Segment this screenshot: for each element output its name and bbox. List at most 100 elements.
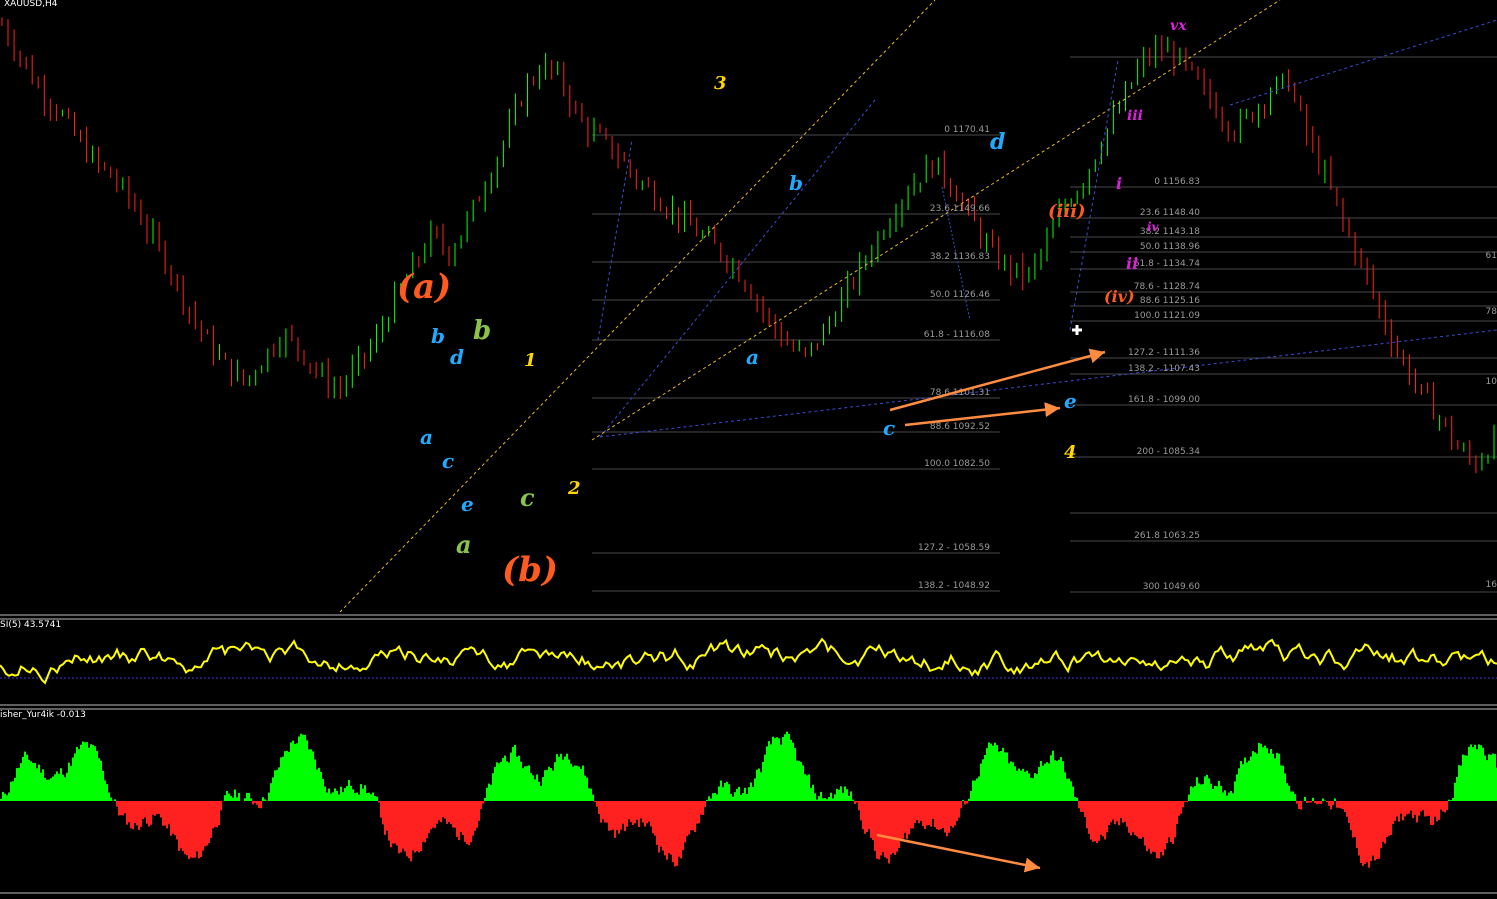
fisher-bar	[474, 801, 476, 831]
fisher-bar	[954, 801, 956, 826]
fisher-bar	[1490, 754, 1492, 801]
fisher-bar	[738, 786, 740, 801]
fisher-bar	[1414, 801, 1416, 815]
fisher-bar	[346, 786, 348, 801]
fisher-bar	[440, 801, 442, 823]
fisher-bar	[1492, 753, 1494, 801]
fisher-bar	[1104, 801, 1106, 840]
fisher-bar	[594, 801, 596, 802]
fisher-bar	[838, 789, 840, 801]
fisher-bar	[470, 801, 472, 843]
fisher-bar	[1274, 758, 1276, 801]
fisher-bar	[790, 739, 792, 801]
fisher-bar	[1322, 798, 1324, 801]
fisher-bar	[214, 801, 216, 828]
fisher-bar	[760, 772, 762, 801]
fisher-bar	[698, 801, 700, 824]
fisher-bar	[354, 793, 356, 801]
fisher-bar	[1452, 798, 1454, 801]
fisher-bar	[406, 801, 408, 857]
fisher-bar	[1312, 797, 1314, 801]
fisher-bar	[630, 801, 632, 823]
fisher-bar	[1144, 801, 1146, 846]
fisher-bar	[138, 801, 140, 830]
fisher-bar	[1388, 801, 1390, 836]
fisher-bar	[882, 801, 884, 853]
fisher-bar	[284, 751, 286, 801]
fisher-bar	[370, 794, 372, 801]
fisher-bar	[862, 801, 864, 830]
fisher-bar	[1012, 762, 1014, 801]
fisher-bar	[148, 801, 150, 827]
fisher-bar	[1476, 749, 1478, 801]
fisher-bar	[642, 801, 644, 823]
fisher-bar	[556, 754, 558, 801]
fisher-bar	[740, 795, 742, 801]
fisher-bar	[1026, 770, 1028, 801]
fisher-bar	[1192, 787, 1194, 801]
fisher-bar	[1468, 746, 1470, 801]
fisher-bar	[258, 801, 260, 808]
fisher-bar	[966, 801, 968, 804]
fisher-bar	[1418, 801, 1420, 816]
fisher-bar	[1094, 801, 1096, 842]
fisher-bar	[638, 801, 640, 827]
fisher-bar	[982, 759, 984, 801]
fisher-bar	[1146, 801, 1148, 852]
fisher-bar	[902, 801, 904, 839]
fisher-bar	[302, 734, 304, 801]
fisher-bar	[1412, 801, 1414, 819]
fisher-bar	[1014, 766, 1016, 801]
fisher-bar	[822, 798, 824, 801]
fisher-bar	[1044, 763, 1046, 801]
fisher-bar	[1234, 781, 1236, 801]
fisher-bar	[146, 801, 148, 824]
fisher-bar	[1072, 786, 1074, 801]
fisher-bar	[970, 791, 972, 801]
fisher-bar	[282, 756, 284, 801]
fisher-bar	[1218, 780, 1220, 801]
fisher-bar	[1208, 778, 1210, 801]
fisher-bar	[1358, 801, 1360, 856]
fisher-bar	[1424, 801, 1426, 817]
fisher-bar	[448, 801, 450, 822]
fisher-bar	[714, 792, 716, 801]
fisher-bar	[194, 801, 196, 858]
fisher-bar	[114, 799, 116, 801]
fisher-bar	[200, 801, 202, 857]
fisher-bar	[1142, 801, 1144, 838]
fisher-bar	[452, 801, 454, 828]
fisher-bar	[1036, 773, 1038, 801]
fisher-bar	[718, 786, 720, 801]
fisher-bar	[192, 801, 194, 858]
fisher-bar	[1162, 801, 1164, 856]
fisher-bar	[374, 796, 376, 801]
fisher-bar	[754, 778, 756, 801]
fisher-bar	[600, 801, 602, 823]
fisher-bar	[92, 744, 94, 801]
fisher-bar	[288, 751, 290, 801]
fisher-bar	[1002, 747, 1004, 801]
fisher-bar	[728, 784, 730, 801]
fisher-bar	[94, 746, 96, 801]
fisher-bar	[742, 793, 744, 801]
fisher-bar	[248, 792, 250, 801]
fisher-bar	[1250, 756, 1252, 801]
fisher-bar	[904, 801, 906, 833]
fisher-bar	[386, 801, 388, 831]
fisher-bar	[516, 756, 518, 801]
fib-label: 200 - 1085.34	[1137, 447, 1201, 457]
fisher-bar	[710, 798, 712, 801]
fisher-bar	[1464, 755, 1466, 801]
fisher-bar	[732, 796, 734, 801]
fisher-bar	[1022, 768, 1024, 801]
fisher-bar	[234, 789, 236, 801]
fisher-bar	[126, 801, 128, 825]
wave-label: c	[442, 449, 454, 473]
fisher-bar	[394, 801, 396, 844]
fisher-bar	[1168, 801, 1170, 838]
fisher-bar	[1332, 801, 1334, 806]
fisher-bar	[212, 801, 214, 829]
fisher-bar	[706, 799, 708, 801]
fib-label: 50.0 1138.96	[1140, 242, 1200, 252]
